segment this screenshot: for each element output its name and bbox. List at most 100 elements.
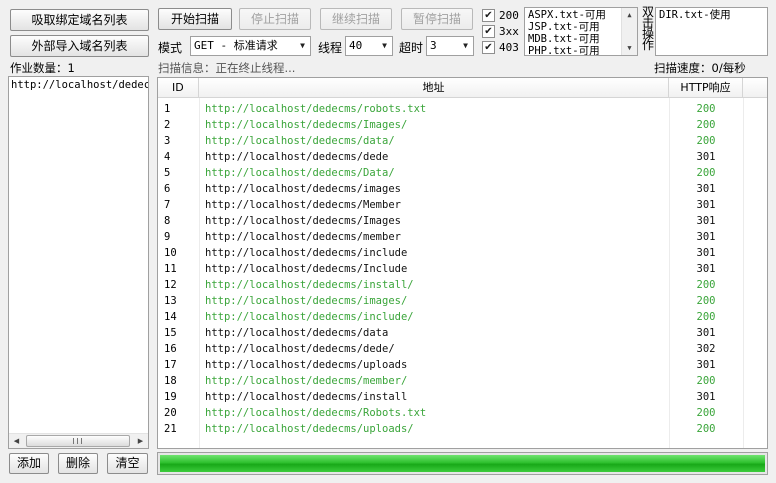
checkmark-icon: ✔ — [484, 10, 493, 21]
column-header-address[interactable]: 地址 — [199, 78, 669, 97]
row-url: http://localhost/dedecms/install/ — [205, 279, 414, 291]
filter-403-label: 403 — [499, 41, 519, 54]
table-row[interactable]: 12 http://localhost/dedecms/install/200 — [158, 277, 743, 293]
filter-3xx-label: 3xx — [499, 25, 519, 38]
row-id: 10 — [164, 247, 177, 259]
mode-label: 模式 — [158, 41, 183, 55]
table-row[interactable]: 13 http://localhost/dedecms/images/200 — [158, 293, 743, 309]
dictionary-list[interactable]: ASPX.txt-可用 JSP.txt-可用 MDB.txt-可用 PHP.tx… — [524, 7, 638, 56]
row-http-code: 301 — [696, 231, 716, 243]
row-http-code: 200 — [696, 167, 716, 179]
table-row[interactable]: 3 http://localhost/dedecms/data/200 — [158, 133, 743, 149]
chevron-down-icon: ▼ — [463, 41, 468, 50]
row-url: http://localhost/dedecms/dede/ — [205, 343, 395, 355]
table-row[interactable]: 10 http://localhost/dedecms/include 301 — [158, 245, 743, 261]
row-id: 5 — [164, 167, 171, 179]
continue-scan-button[interactable]: 继续扫描 — [320, 8, 392, 30]
fetch-bound-domains-button[interactable]: 吸取绑定域名列表 — [10, 9, 149, 31]
row-http-code: 301 — [696, 199, 716, 211]
row-url: http://localhost/dedecms/Data/ — [205, 167, 395, 179]
row-http-code: 301 — [696, 215, 716, 227]
delete-job-button[interactable]: 删除 — [58, 453, 98, 474]
scroll-left-icon[interactable]: ◀ — [9, 434, 24, 448]
table-row[interactable]: 5 http://localhost/dedecms/Data/200 — [158, 165, 743, 181]
list-item[interactable]: http://localhost/dedecm — [9, 77, 148, 93]
row-id: 6 — [164, 183, 171, 195]
row-http-code: 200 — [696, 311, 716, 323]
row-url: http://localhost/dedecms/member — [205, 231, 401, 243]
row-id: 15 — [164, 327, 177, 339]
pause-scan-button[interactable]: 暂停扫描 — [401, 8, 473, 30]
table-row[interactable]: 11 http://localhost/dedecms/Include 301 — [158, 261, 743, 277]
column-divider — [743, 98, 744, 448]
row-id: 2 — [164, 119, 171, 131]
job-list[interactable]: http://localhost/dedecm ◀ ▶ — [8, 76, 149, 449]
clear-jobs-button[interactable]: 清空 — [107, 453, 148, 474]
column-header-id[interactable]: ID — [158, 78, 199, 97]
table-row[interactable]: 15 http://localhost/dedecms/data 301 — [158, 325, 743, 341]
column-header-filler — [743, 78, 767, 97]
mode-select[interactable]: GET - 标准请求 ▼ — [190, 36, 311, 56]
table-row[interactable]: 20 http://localhost/dedecms/Robots.txt 200 — [158, 405, 743, 421]
table-row[interactable]: 9 http://localhost/dedecms/member 301 — [158, 229, 743, 245]
row-url: http://localhost/dedecms/uploads — [205, 359, 408, 371]
row-http-code: 200 — [696, 407, 716, 419]
table-row[interactable]: 2 http://localhost/dedecms/Images/200 — [158, 117, 743, 133]
row-id: 4 — [164, 151, 171, 163]
filter-200-label: 200 — [499, 9, 519, 22]
checkmark-icon: ✔ — [484, 42, 493, 53]
table-row[interactable]: 4 http://localhost/dedecms/dede 301 — [158, 149, 743, 165]
column-header-http[interactable]: HTTP响应 — [669, 78, 743, 97]
timeout-value: 3 — [430, 39, 437, 52]
row-http-code: 301 — [696, 359, 716, 371]
row-url: http://localhost/dedecms/data — [205, 327, 389, 339]
results-grid[interactable]: ID 地址 HTTP响应 1 http://localhost/dedecms/r… — [157, 77, 768, 449]
double-click-hint: 双 击 操 作 — [641, 6, 655, 51]
row-http-code: 301 — [696, 391, 716, 403]
row-http-code: 302 — [696, 343, 716, 355]
filter-3xx-checkbox[interactable]: ✔ — [482, 25, 495, 38]
filter-403-checkbox[interactable]: ✔ — [482, 41, 495, 54]
grip-icon — [77, 438, 78, 444]
row-id: 11 — [164, 263, 177, 275]
table-row[interactable]: 19 http://localhost/dedecms/install 301 — [158, 389, 743, 405]
threads-label: 线程 — [318, 41, 343, 55]
table-row[interactable]: 16 http://localhost/dedecms/dede/302 — [158, 341, 743, 357]
checkmark-icon: ✔ — [484, 26, 493, 37]
scroll-up-icon[interactable]: ▲ — [622, 8, 637, 22]
table-row[interactable]: 6 http://localhost/dedecms/images 301 — [158, 181, 743, 197]
grid-header: ID 地址 HTTP响应 — [158, 78, 767, 98]
import-domains-button[interactable]: 外部导入域名列表 — [10, 35, 149, 57]
threads-value: 40 — [349, 39, 363, 52]
dir-dictionary-list[interactable]: DIR.txt-使用 — [655, 7, 768, 56]
row-http-code: 200 — [696, 375, 716, 387]
row-http-code: 301 — [696, 263, 716, 275]
table-row[interactable]: 14 http://localhost/dedecms/include/200 — [158, 309, 743, 325]
table-row[interactable]: 7 http://localhost/dedecms/Member 301 — [158, 197, 743, 213]
table-row[interactable]: 1 http://localhost/dedecms/robots.txt 200 — [158, 101, 743, 117]
start-scan-button[interactable]: 开始扫描 — [158, 8, 232, 30]
vertical-scrollbar[interactable]: ▲ ▼ — [621, 8, 637, 55]
table-row[interactable]: 21 http://localhost/dedecms/uploads/200 — [158, 421, 743, 437]
row-http-code: 200 — [696, 135, 716, 147]
row-id: 19 — [164, 391, 177, 403]
row-http-code: 200 — [696, 423, 716, 435]
row-http-code: 301 — [696, 327, 716, 339]
row-url: http://localhost/dedecms/images/ — [205, 295, 408, 307]
list-item[interactable]: DIR.txt-使用 — [656, 9, 767, 21]
scroll-right-icon[interactable]: ▶ — [133, 434, 148, 448]
add-job-button[interactable]: 添加 — [9, 453, 49, 474]
timeout-select[interactable]: 3 ▼ — [426, 36, 474, 56]
filter-200-checkbox[interactable]: ✔ — [482, 9, 495, 22]
table-row[interactable]: 8 http://localhost/dedecms/Images 301 — [158, 213, 743, 229]
threads-select[interactable]: 40 ▼ — [345, 36, 393, 56]
chevron-down-icon: ▼ — [300, 41, 305, 50]
row-http-code: 200 — [696, 279, 716, 291]
table-row[interactable]: 18 http://localhost/dedecms/member/200 — [158, 373, 743, 389]
table-row[interactable]: 17 http://localhost/dedecms/uploads 301 — [158, 357, 743, 373]
scroll-down-icon[interactable]: ▼ — [622, 41, 637, 55]
horizontal-scrollbar[interactable]: ◀ ▶ — [9, 433, 148, 448]
scroll-thumb[interactable] — [26, 435, 130, 447]
stop-scan-button[interactable]: 停止扫描 — [239, 8, 311, 30]
mode-value: GET - 标准请求 — [194, 39, 278, 52]
